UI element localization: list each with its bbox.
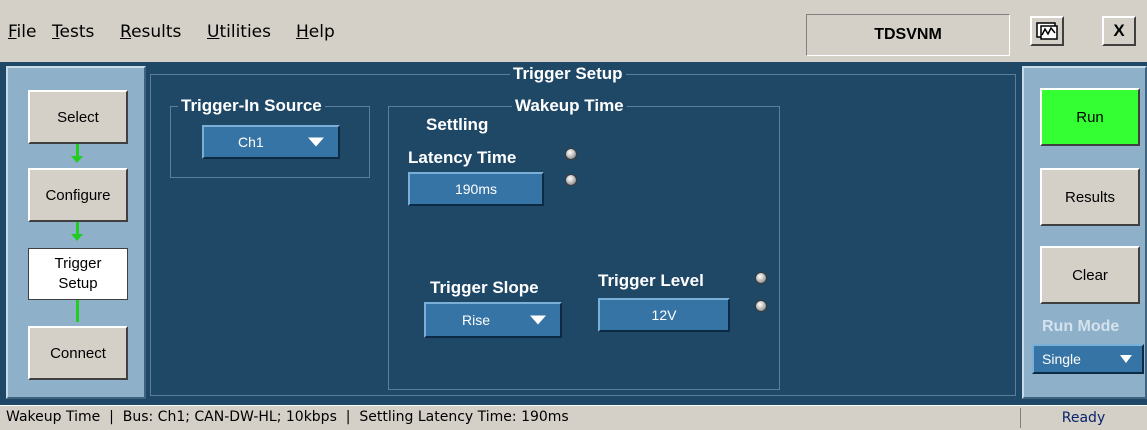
chevron-down-icon <box>1120 355 1132 363</box>
run-mode-dropdown[interactable]: Single <box>1032 344 1144 374</box>
connect-button[interactable]: Connect <box>28 326 128 380</box>
trigger-setup-panel: Trigger Setup Trigger-In Source Ch1 Wake… <box>150 64 1018 397</box>
app-title-text: TDSVNM <box>874 26 942 43</box>
menu-bar: File Tests Results Utilities Help TDSVNM… <box>0 0 1147 63</box>
waveform-window-icon <box>1036 22 1058 40</box>
ready-label: Ready <box>1061 410 1106 426</box>
run-button[interactable]: Run <box>1040 88 1140 146</box>
menu-tests[interactable]: Tests <box>52 22 94 42</box>
wakeup-time-label: Wakeup Time <box>512 96 627 116</box>
trigger-setup-label-2: Setup <box>58 275 98 292</box>
trigger-source-value: Ch1 <box>238 134 264 150</box>
chevron-down-icon <box>530 315 546 325</box>
run-mode-value: Single <box>1042 351 1081 367</box>
close-button[interactable]: X <box>1102 16 1136 46</box>
panel-title: Trigger Setup <box>510 64 626 84</box>
results-button[interactable]: Results <box>1040 168 1140 226</box>
configure-button[interactable]: Configure <box>28 168 128 222</box>
select-button[interactable]: Select <box>28 90 128 144</box>
trigger-slope-label: Trigger Slope <box>430 278 539 297</box>
trigger-setup-button[interactable]: Trigger Setup <box>28 248 128 300</box>
settling-label: Settling <box>426 115 489 134</box>
menu-utilities[interactable]: Utilities <box>207 22 271 42</box>
level-coarse-knob-icon[interactable] <box>755 272 767 284</box>
flow-arrow-head-1 <box>71 156 83 163</box>
chevron-down-icon <box>308 137 324 147</box>
run-mode-label: Run Mode <box>1042 318 1120 335</box>
trigger-level-field[interactable]: 12V <box>598 298 730 332</box>
results-label: Results <box>1064 188 1116 206</box>
latency-time-value: 190ms <box>454 181 498 197</box>
connect-label: Connect <box>50 344 106 362</box>
latency-coarse-knob-icon[interactable] <box>565 148 577 160</box>
trigger-slope-value: Rise <box>462 312 491 328</box>
trigger-level-label: Trigger Level <box>598 271 704 290</box>
clear-label: Clear <box>1072 266 1108 284</box>
nav-panel: Select Configure Trigger Setup Connect <box>6 66 146 399</box>
trigger-setup-label-1: Trigger <box>54 255 102 272</box>
menu-help[interactable]: Help <box>296 22 335 42</box>
run-label: Run <box>1076 108 1104 126</box>
status-ready: Ready <box>1020 408 1146 428</box>
control-panel: Run Results Clear Run Mode Single <box>1022 66 1147 399</box>
configure-label: Configure <box>45 186 111 204</box>
latency-time-label: Latency Time <box>408 148 517 167</box>
select-label: Select <box>57 108 99 126</box>
trigger-source-dropdown[interactable]: Ch1 <box>202 125 340 159</box>
level-fine-knob-icon[interactable] <box>755 300 767 312</box>
trigger-in-source-label: Trigger-In Source <box>178 96 325 116</box>
flow-arrow-3 <box>76 300 79 322</box>
flow-arrow-head-2 <box>71 234 83 241</box>
close-icon: X <box>1113 21 1125 40</box>
app-title: TDSVNM <box>806 14 1010 56</box>
latency-fine-knob-icon[interactable] <box>565 174 577 186</box>
menu-file[interactable]: File <box>8 22 36 42</box>
trigger-slope-dropdown[interactable]: Rise <box>424 302 562 338</box>
trigger-level-value: 12V <box>651 307 677 323</box>
latency-time-field[interactable]: 190ms <box>408 172 544 206</box>
clear-button[interactable]: Clear <box>1040 246 1140 304</box>
menu-results[interactable]: Results <box>120 22 181 42</box>
restore-button[interactable] <box>1030 16 1064 46</box>
status-bar: Wakeup Time | Bus: Ch1; CAN-DW-HL; 10kbp… <box>0 405 1147 430</box>
status-text: Wakeup Time | Bus: Ch1; CAN-DW-HL; 10kbp… <box>6 409 569 425</box>
